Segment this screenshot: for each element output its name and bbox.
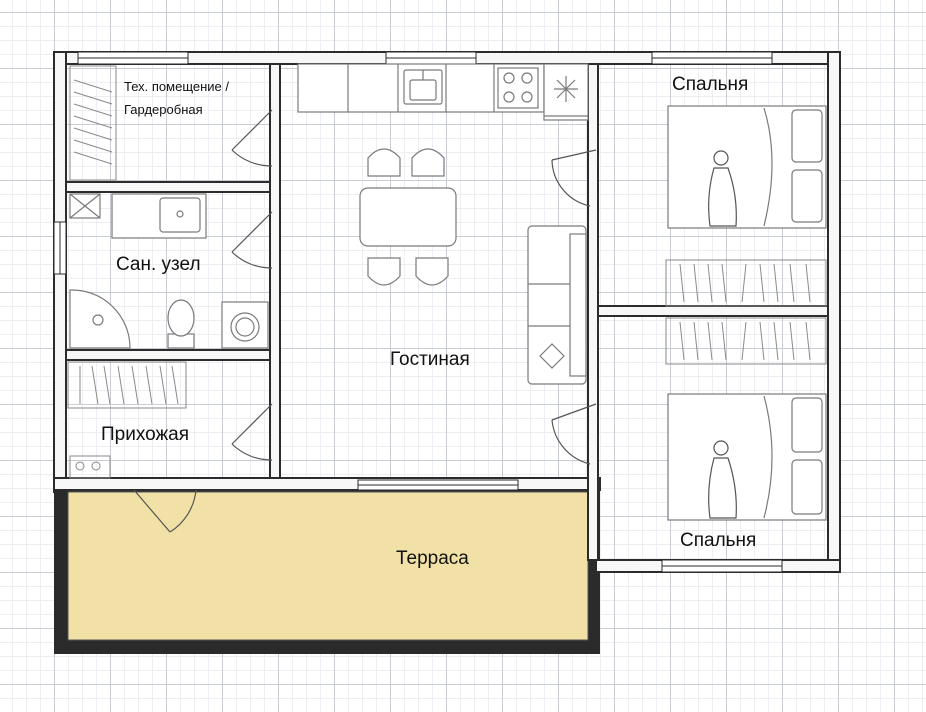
sofa-icon (527, 225, 587, 385)
dining-table (359, 187, 457, 247)
terrace (54, 486, 600, 654)
wardrobe-icon (69, 65, 117, 181)
room-label-bedroom-bottom: Спальня (680, 530, 757, 551)
wardrobe-icon (665, 259, 827, 307)
room-label-terrace: Терраса (396, 548, 469, 569)
room-label-bedroom-top: Спальня (672, 74, 749, 95)
wardrobe-icon (665, 317, 827, 365)
wardrobe-icon (67, 361, 187, 479)
washbasin-icon (111, 193, 207, 239)
double-bed-icon (667, 393, 827, 521)
room-label-hallway: Прихожая (101, 424, 190, 445)
room-label-tech-line1: Тех. помещение / (124, 79, 229, 94)
door-icon (133, 109, 597, 533)
room-label-living: Гостиная (390, 349, 470, 370)
washing-machine-icon (221, 301, 269, 349)
toilet-icon (167, 299, 195, 349)
kitchen-counter (297, 63, 589, 121)
fridge-icon (554, 76, 578, 102)
room-label-bathroom: Сан. узел (116, 254, 201, 275)
double-bed-icon (667, 105, 827, 229)
room-label-tech-line2: Гардеробная (124, 102, 203, 117)
